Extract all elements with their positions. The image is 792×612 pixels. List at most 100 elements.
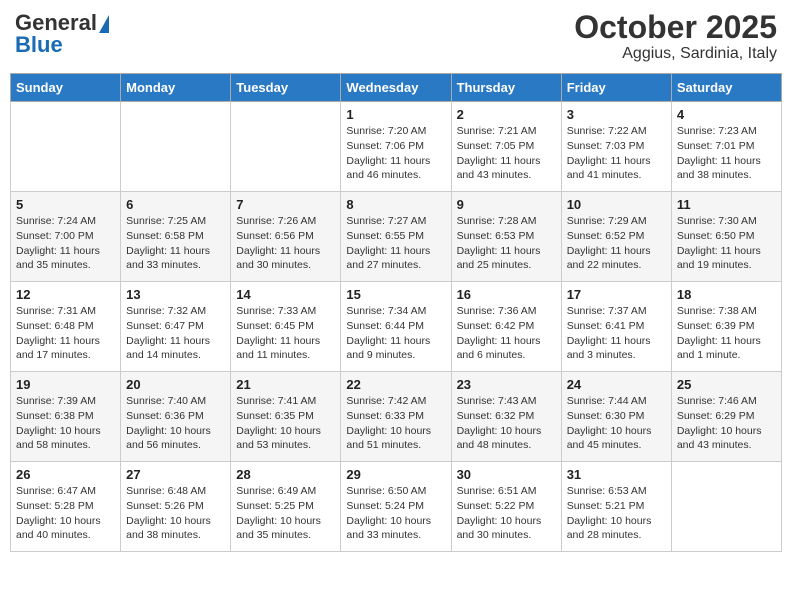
day-info: Sunrise: 6:49 AM Sunset: 5:25 PM Dayligh… [236, 484, 335, 543]
calendar-cell: 20Sunrise: 7:40 AM Sunset: 6:36 PM Dayli… [121, 372, 231, 462]
calendar-cell: 31 Sunrise: 6:53 AM Sunset: 5:21 PM Dayli… [561, 462, 671, 552]
day-number: 13 [126, 287, 225, 302]
day-number: 12 [16, 287, 115, 302]
day-number: 2 [457, 107, 556, 122]
day-number: 11 [677, 197, 776, 212]
calendar-cell: 5 Sunrise: 7:24 AM Sunset: 7:00 PM Daylig… [11, 192, 121, 282]
calendar-cell [231, 102, 341, 192]
logo-blue-text: Blue [15, 32, 63, 58]
calendar-body: 1 Sunrise: 7:20 AM Sunset: 7:06 PM Daylig… [11, 102, 782, 552]
calendar-week-1: 1 Sunrise: 7:20 AM Sunset: 7:06 PM Daylig… [11, 102, 782, 192]
calendar-cell [671, 462, 781, 552]
header-cell-thursday: Thursday [451, 74, 561, 102]
day-number: 25 [677, 377, 776, 392]
day-info: Sunrise: 6:47 AM Sunset: 5:28 PM Dayligh… [16, 484, 115, 543]
calendar-cell: 14Sunrise: 7:33 AM Sunset: 6:45 PM Dayli… [231, 282, 341, 372]
day-info: Sunrise: 7:38 AM Sunset: 6:39 PM Dayligh… [677, 304, 776, 363]
day-info: Sunrise: 7:23 AM Sunset: 7:01 PM Dayligh… [677, 124, 776, 183]
header-cell-sunday: Sunday [11, 74, 121, 102]
day-info: Sunrise: 7:37 AM Sunset: 6:41 PM Dayligh… [567, 304, 666, 363]
logo-icon [99, 15, 109, 33]
day-number: 21 [236, 377, 335, 392]
calendar-cell: 23 Sunrise: 7:43 AM Sunset: 6:32 PM Dayli… [451, 372, 561, 462]
day-info: Sunrise: 7:44 AM Sunset: 6:30 PM Dayligh… [567, 394, 666, 453]
location-title: Aggius, Sardinia, Italy [574, 45, 777, 63]
day-number: 23 [457, 377, 556, 392]
day-info: Sunrise: 7:43 AM Sunset: 6:32 PM Dayligh… [457, 394, 556, 453]
day-number: 8 [346, 197, 445, 212]
day-number: 19 [16, 377, 115, 392]
day-info: Sunrise: 7:28 AM Sunset: 6:53 PM Dayligh… [457, 214, 556, 273]
day-info: Sunrise: 7:31 AM Sunset: 6:48 PM Dayligh… [16, 304, 115, 363]
day-info: Sunrise: 6:51 AM Sunset: 5:22 PM Dayligh… [457, 484, 556, 543]
calendar-cell: 2 Sunrise: 7:21 AM Sunset: 7:05 PM Daylig… [451, 102, 561, 192]
day-info: Sunrise: 7:39 AM Sunset: 6:38 PM Dayligh… [16, 394, 115, 453]
calendar-cell: 6 Sunrise: 7:25 AM Sunset: 6:58 PM Daylig… [121, 192, 231, 282]
calendar-cell: 7 Sunrise: 7:26 AM Sunset: 6:56 PM Daylig… [231, 192, 341, 282]
day-info: Sunrise: 7:40 AM Sunset: 6:36 PM Dayligh… [126, 394, 225, 453]
calendar-cell: 25 Sunrise: 7:46 AM Sunset: 6:29 PM Dayli… [671, 372, 781, 462]
calendar-cell: 4Sunrise: 7:23 AM Sunset: 7:01 PM Daylig… [671, 102, 781, 192]
header-cell-saturday: Saturday [671, 74, 781, 102]
day-number: 5 [16, 197, 115, 212]
calendar-week-2: 5 Sunrise: 7:24 AM Sunset: 7:00 PM Daylig… [11, 192, 782, 282]
calendar-week-5: 26 Sunrise: 6:47 AM Sunset: 5:28 PM Dayli… [11, 462, 782, 552]
calendar-cell: 16Sunrise: 7:36 AM Sunset: 6:42 PM Dayli… [451, 282, 561, 372]
day-number: 17 [567, 287, 666, 302]
day-number: 26 [16, 467, 115, 482]
header-cell-monday: Monday [121, 74, 231, 102]
month-title: October 2025 [574, 10, 777, 45]
day-info: Sunrise: 7:22 AM Sunset: 7:03 PM Dayligh… [567, 124, 666, 183]
day-number: 9 [457, 197, 556, 212]
calendar-header: SundayMondayTuesdayWednesdayThursdayFrid… [11, 74, 782, 102]
calendar-cell [121, 102, 231, 192]
day-info: Sunrise: 7:46 AM Sunset: 6:29 PM Dayligh… [677, 394, 776, 453]
calendar-cell: 9 Sunrise: 7:28 AM Sunset: 6:53 PM Daylig… [451, 192, 561, 282]
calendar-cell: 15 Sunrise: 7:34 AM Sunset: 6:44 PM Dayli… [341, 282, 451, 372]
day-number: 31 [567, 467, 666, 482]
calendar-week-3: 12 Sunrise: 7:31 AM Sunset: 6:48 PM Dayli… [11, 282, 782, 372]
day-number: 15 [346, 287, 445, 302]
day-number: 7 [236, 197, 335, 212]
day-number: 6 [126, 197, 225, 212]
day-info: Sunrise: 7:25 AM Sunset: 6:58 PM Dayligh… [126, 214, 225, 273]
day-info: Sunrise: 7:34 AM Sunset: 6:44 PM Dayligh… [346, 304, 445, 363]
day-info: Sunrise: 6:53 AM Sunset: 5:21 PM Dayligh… [567, 484, 666, 543]
day-number: 22 [346, 377, 445, 392]
calendar-cell: 1 Sunrise: 7:20 AM Sunset: 7:06 PM Daylig… [341, 102, 451, 192]
page-header: General Blue October 2025 Aggius, Sardin… [10, 10, 782, 63]
calendar-cell: 10Sunrise: 7:29 AM Sunset: 6:52 PM Dayli… [561, 192, 671, 282]
calendar-cell: 21Sunrise: 7:41 AM Sunset: 6:35 PM Dayli… [231, 372, 341, 462]
calendar-cell: 13 Sunrise: 7:32 AM Sunset: 6:47 PM Dayli… [121, 282, 231, 372]
calendar-cell: 22 Sunrise: 7:42 AM Sunset: 6:33 PM Dayli… [341, 372, 451, 462]
header-cell-wednesday: Wednesday [341, 74, 451, 102]
day-info: Sunrise: 7:26 AM Sunset: 6:56 PM Dayligh… [236, 214, 335, 273]
calendar-cell: 24Sunrise: 7:44 AM Sunset: 6:30 PM Dayli… [561, 372, 671, 462]
calendar-cell: 3 Sunrise: 7:22 AM Sunset: 7:03 PM Daylig… [561, 102, 671, 192]
day-number: 3 [567, 107, 666, 122]
calendar-cell [11, 102, 121, 192]
day-info: Sunrise: 7:30 AM Sunset: 6:50 PM Dayligh… [677, 214, 776, 273]
day-number: 29 [346, 467, 445, 482]
header-row: SundayMondayTuesdayWednesdayThursdayFrid… [11, 74, 782, 102]
calendar-cell: 19 Sunrise: 7:39 AM Sunset: 6:38 PM Dayli… [11, 372, 121, 462]
calendar-cell: 26 Sunrise: 6:47 AM Sunset: 5:28 PM Dayli… [11, 462, 121, 552]
calendar-cell: 27Sunrise: 6:48 AM Sunset: 5:26 PM Dayli… [121, 462, 231, 552]
day-info: Sunrise: 7:32 AM Sunset: 6:47 PM Dayligh… [126, 304, 225, 363]
calendar-cell: 12 Sunrise: 7:31 AM Sunset: 6:48 PM Dayli… [11, 282, 121, 372]
day-info: Sunrise: 7:21 AM Sunset: 7:05 PM Dayligh… [457, 124, 556, 183]
calendar-table: SundayMondayTuesdayWednesdayThursdayFrid… [10, 73, 782, 552]
day-number: 1 [346, 107, 445, 122]
day-number: 10 [567, 197, 666, 212]
calendar-cell: 29 Sunrise: 6:50 AM Sunset: 5:24 PM Dayli… [341, 462, 451, 552]
calendar-cell: 17 Sunrise: 7:37 AM Sunset: 6:41 PM Dayli… [561, 282, 671, 372]
calendar-cell: 18Sunrise: 7:38 AM Sunset: 6:39 PM Dayli… [671, 282, 781, 372]
day-info: Sunrise: 7:36 AM Sunset: 6:42 PM Dayligh… [457, 304, 556, 363]
day-info: Sunrise: 7:24 AM Sunset: 7:00 PM Dayligh… [16, 214, 115, 273]
calendar-week-4: 19 Sunrise: 7:39 AM Sunset: 6:38 PM Dayli… [11, 372, 782, 462]
calendar-cell: 8Sunrise: 7:27 AM Sunset: 6:55 PM Daylig… [341, 192, 451, 282]
day-info: Sunrise: 6:50 AM Sunset: 5:24 PM Dayligh… [346, 484, 445, 543]
day-info: Sunrise: 7:33 AM Sunset: 6:45 PM Dayligh… [236, 304, 335, 363]
day-info: Sunrise: 7:42 AM Sunset: 6:33 PM Dayligh… [346, 394, 445, 453]
day-info: Sunrise: 7:20 AM Sunset: 7:06 PM Dayligh… [346, 124, 445, 183]
